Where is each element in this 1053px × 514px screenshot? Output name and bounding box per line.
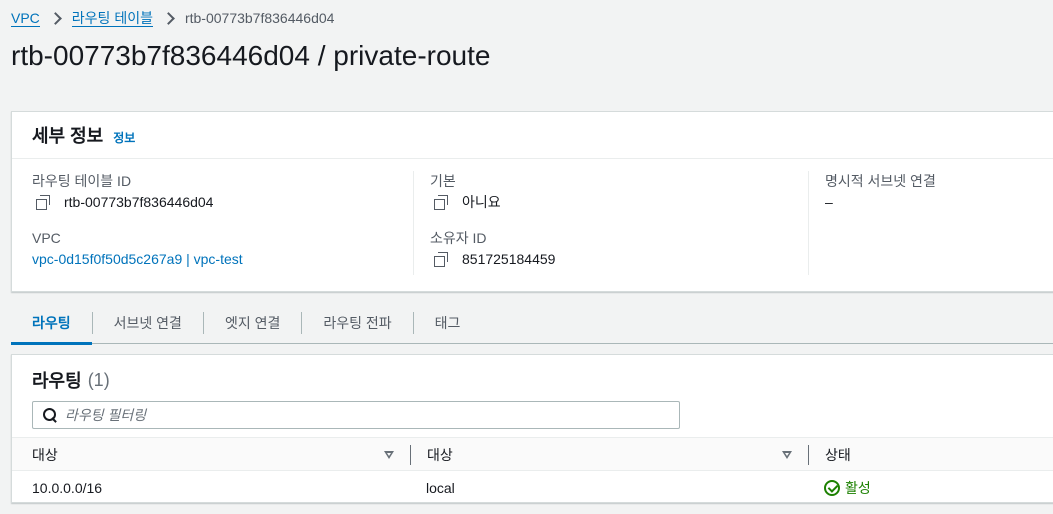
sort-down-icon[interactable] [384,451,394,459]
explicit-subnet-label: 명시적 서브넷 연결 [825,173,936,189]
column-header-label: 대상 [427,447,453,463]
column-header-status[interactable]: 상태 [808,445,1053,465]
routes-header: 라우팅 (1) [12,355,1053,405]
check-circle-icon [824,479,840,496]
route-table-id-value: rtb-00773b7f836446d04 [64,194,214,210]
route-status-label: 활성 [845,479,871,496]
main-label: 기본 [430,173,456,189]
column-header-target[interactable]: 대상 [410,445,806,465]
breadcrumb: VPC 라우팅 테이블 rtb-00773b7f836446d04 [11,8,334,28]
route-filter-input[interactable] [65,407,665,423]
tab-tags[interactable]: 태그 [414,302,482,344]
copy-icon[interactable] [36,195,50,210]
column-header-destination[interactable]: 대상 [32,438,408,472]
sort-down-icon[interactable] [782,451,792,459]
tab-routes[interactable]: 라우팅 [11,302,92,345]
column-header-label: 대상 [32,447,58,463]
tab-edge-associations[interactable]: 엣지 연결 [204,302,301,344]
main-value: 아니요 [462,194,501,210]
vpc-link[interactable]: vpc-0d15f0f50d5c267a9 | vpc-test [32,248,243,270]
breadcrumb-current: rtb-00773b7f836446d04 [184,10,335,26]
owner-id-value: 851725184459 [462,251,556,267]
breadcrumb-link-route-tables[interactable]: 라우팅 테이블 [71,10,153,27]
details-column-1: 라우팅 테이블 ID rtb-00773b7f836446d04 VPC vpc… [32,171,412,275]
tab-subnet-associations[interactable]: 서브넷 연결 [93,302,203,344]
routes-panel: 라우팅 (1) 대상 대상 상태 10.0.0.0/16 local 활성 [11,354,1053,503]
route-destination: 10.0.0.0/16 [32,479,103,496]
info-link[interactable]: 정보 [113,129,135,146]
details-header: 세부 정보 정보 [12,112,1053,159]
explicit-subnet-value: – [825,194,833,210]
route-target: local [426,479,455,496]
breadcrumb-link-vpc[interactable]: VPC [11,10,40,27]
details-title: 세부 정보 [32,126,104,146]
details-column-2: 기본 아니요 소유자 ID 851725184459 [413,171,809,275]
details-column-3: 명시적 서브넷 연결 – [808,171,1053,275]
chevron-right-icon [159,10,179,26]
details-panel: 세부 정보 정보 라우팅 테이블 ID rtb-00773b7f836446d0… [11,111,1053,292]
routes-title: 라우팅 [32,371,82,391]
tab-bar: 라우팅 서브넷 연결 엣지 연결 라우팅 전파 태그 [11,302,1053,345]
search-icon [41,406,59,424]
column-header-label: 상태 [825,447,851,463]
tab-route-propagation[interactable]: 라우팅 전파 [302,302,412,344]
copy-icon[interactable] [434,195,448,210]
routes-count: (1) [87,369,110,390]
chevron-right-icon [46,10,66,26]
route-table-id-label: 라우팅 테이블 ID [32,173,132,189]
table-header: 대상 대상 상태 [12,437,1053,471]
route-status: 활성 [824,471,871,504]
page-title: rtb-00773b7f836446d04 / private-route [11,40,491,71]
table-row[interactable]: 10.0.0.0/16 local 활성 [12,471,1053,504]
vpc-label: VPC [32,230,61,246]
route-filter[interactable] [32,401,680,429]
copy-icon[interactable] [434,252,448,267]
owner-id-label: 소유자 ID [430,230,487,246]
routes-table: 대상 대상 상태 10.0.0.0/16 local 활성 [12,437,1053,504]
